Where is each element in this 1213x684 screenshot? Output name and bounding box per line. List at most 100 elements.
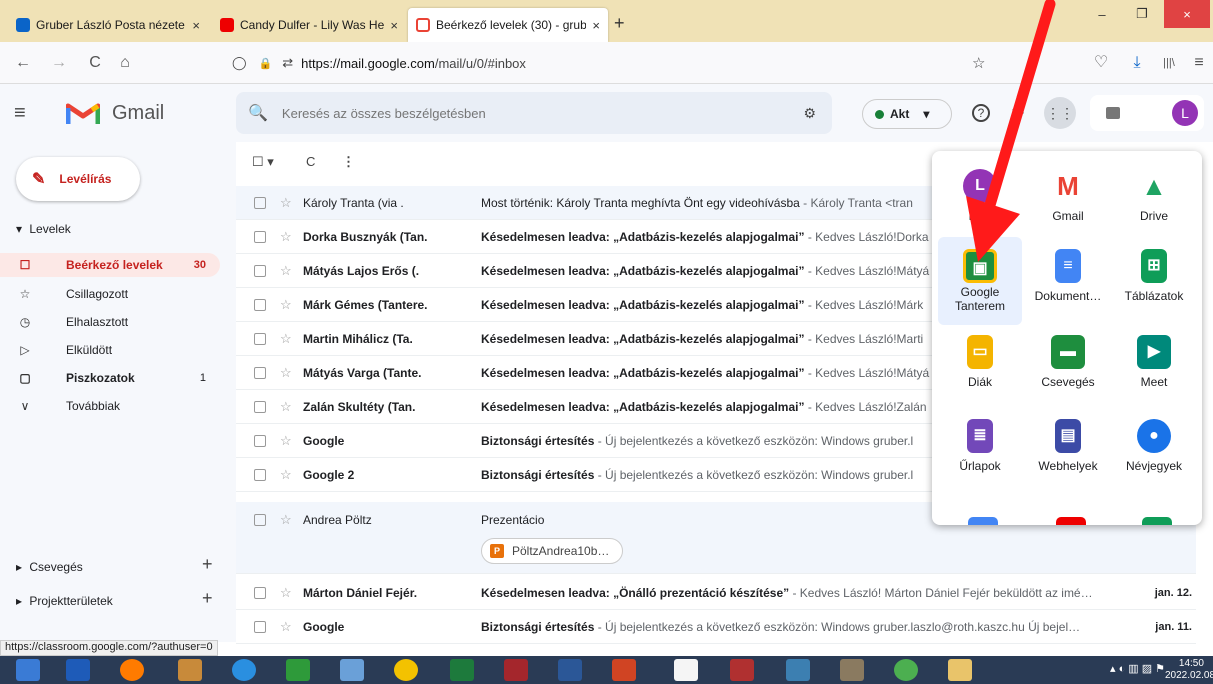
help-icon[interactable]: ? bbox=[972, 104, 990, 122]
gimp-icon[interactable] bbox=[840, 659, 864, 681]
app-forms[interactable]: ≣ Űrlapok bbox=[938, 407, 1022, 495]
section-header-spaces[interactable]: ▸ Projektterületek bbox=[16, 594, 113, 608]
app-globe-icon[interactable] bbox=[394, 659, 418, 681]
row-checkbox[interactable] bbox=[254, 332, 266, 345]
row-checkbox[interactable] bbox=[254, 366, 266, 379]
section-header-chat[interactable]: ▸ Csevegés bbox=[16, 560, 83, 574]
sidebar-item-snoozed[interactable]: ◷ Elhalasztott bbox=[0, 310, 220, 334]
star-icon[interactable]: ☆ bbox=[280, 619, 292, 635]
row-checkbox[interactable] bbox=[254, 468, 266, 481]
notepad-icon[interactable] bbox=[674, 659, 698, 681]
python-icon[interactable] bbox=[786, 659, 810, 681]
internet-explorer-icon[interactable] bbox=[232, 659, 256, 681]
chrome-icon[interactable] bbox=[894, 659, 918, 681]
star-icon[interactable]: ☆ bbox=[280, 399, 292, 415]
shield-icon[interactable]: ◯ bbox=[232, 55, 247, 71]
app-contacts[interactable]: ● Névjegyek bbox=[1112, 407, 1196, 495]
sidebar-item-starred[interactable]: ☆ Csillagozott bbox=[0, 282, 220, 306]
row-checkbox[interactable] bbox=[254, 586, 266, 599]
maximize-button[interactable]: ❐ bbox=[1122, 0, 1162, 28]
star-icon[interactable]: ☆ bbox=[280, 263, 292, 279]
account-avatar[interactable]: L bbox=[1172, 100, 1198, 126]
url-bar[interactable]: ◯ 🔒 ⇄ https://mail.google.com /mail/u/0/… bbox=[232, 49, 1000, 77]
app-gmail[interactable]: M Gmail bbox=[1026, 157, 1110, 245]
sidebar-item-drafts[interactable]: ▢ Piszkozatok 1 bbox=[0, 366, 220, 390]
status-dropdown[interactable]: Akt ▾ bbox=[862, 99, 952, 129]
refresh-icon[interactable]: C bbox=[306, 154, 315, 169]
calculator-icon[interactable] bbox=[286, 659, 310, 681]
gmail-logo-icon[interactable] bbox=[66, 100, 100, 126]
star-icon[interactable]: ☆ bbox=[280, 365, 292, 381]
star-icon[interactable]: ☆ bbox=[280, 297, 292, 313]
row-checkbox[interactable] bbox=[254, 434, 266, 447]
bookmark-star-icon[interactable]: ☆ bbox=[972, 54, 985, 72]
sidebar-item-inbox[interactable]: ☐ Beérkező levelek 30 bbox=[0, 253, 220, 277]
app-classroom[interactable]: ▣ Google Tanterem bbox=[938, 237, 1022, 325]
settings-gear-icon[interactable]: ⚙ bbox=[1006, 101, 1030, 125]
app-slides[interactable]: ▭ Diák bbox=[938, 323, 1022, 411]
access-icon[interactable] bbox=[504, 659, 528, 681]
add-space-icon[interactable]: + bbox=[202, 588, 213, 609]
star-icon[interactable]: ☆ bbox=[280, 467, 292, 483]
windows-start-icon[interactable] bbox=[16, 659, 40, 681]
window-close-button[interactable]: × bbox=[1164, 0, 1210, 28]
section-header-mail[interactable]: ▾ Levelek bbox=[16, 222, 71, 236]
mail-row[interactable]: ☆ Google Biztonsági értesítés - Új bejel… bbox=[236, 610, 1196, 644]
paint-icon[interactable] bbox=[340, 659, 364, 681]
app-account[interactable]: L Fiók bbox=[938, 157, 1022, 245]
row-checkbox[interactable] bbox=[254, 620, 266, 633]
row-checkbox[interactable] bbox=[254, 514, 266, 526]
more-options-icon[interactable]: ⋮ bbox=[342, 154, 355, 170]
attachment-chip[interactable]: P PöltzAndrea10b… bbox=[481, 538, 623, 564]
file-explorer-icon[interactable] bbox=[948, 659, 972, 681]
compose-button[interactable]: ✎ Levélírás bbox=[16, 157, 140, 201]
star-icon[interactable]: ☆ bbox=[280, 331, 292, 347]
permissions-icon[interactable]: ⇄ bbox=[282, 55, 293, 71]
row-checkbox[interactable] bbox=[254, 230, 266, 243]
app-sites[interactable]: ▤ Webhelyek bbox=[1026, 407, 1110, 495]
search-icon[interactable]: 🔍 bbox=[248, 103, 268, 123]
row-checkbox[interactable] bbox=[254, 400, 266, 413]
app-docs[interactable]: ≡ Dokument… bbox=[1026, 237, 1110, 325]
star-icon[interactable]: ☆ bbox=[280, 195, 292, 211]
firefox-icon[interactable] bbox=[120, 659, 144, 681]
app-chat[interactable]: ▬ Csevegés bbox=[1026, 323, 1110, 411]
close-icon[interactable]: × bbox=[192, 18, 200, 33]
app-sheets[interactable]: ⊞ Táblázatok bbox=[1112, 237, 1196, 325]
home-button[interactable]: ⌂ bbox=[114, 52, 136, 74]
star-icon[interactable]: ☆ bbox=[280, 585, 292, 601]
browser-tab-youtube[interactable]: Candy Dulfer - Lily Was Here × bbox=[212, 8, 406, 42]
main-menu-icon[interactable]: ≡ bbox=[14, 102, 26, 125]
app-bug-icon[interactable] bbox=[730, 659, 754, 681]
powerpoint-icon[interactable] bbox=[612, 659, 636, 681]
browser-tab-gmail[interactable]: Beérkező levelek (30) - grub × bbox=[408, 8, 608, 42]
row-checkbox[interactable] bbox=[254, 264, 266, 277]
downloads-icon[interactable]: ⤓ bbox=[1126, 52, 1148, 74]
app-drive[interactable]: ▲ Drive bbox=[1112, 157, 1196, 245]
row-checkbox[interactable] bbox=[254, 298, 266, 311]
account-area[interactable]: L bbox=[1090, 95, 1204, 131]
search-bar[interactable]: 🔍 ⚙ bbox=[236, 92, 832, 134]
system-tray[interactable]: ▴ ◐ ▥ ▨ ⚑ bbox=[1110, 662, 1165, 675]
excel-icon[interactable] bbox=[450, 659, 474, 681]
sidebar-item-sent[interactable]: ▷ Elküldött bbox=[0, 338, 220, 362]
app-meet[interactable]: ▶ Meet bbox=[1112, 323, 1196, 411]
word-icon[interactable] bbox=[558, 659, 582, 681]
apps-scrollbar[interactable] bbox=[1192, 157, 1200, 517]
google-apps-button[interactable]: ⋮⋮ bbox=[1044, 97, 1076, 129]
taskbar-clock[interactable]: 14:50 2022.02.08. bbox=[1165, 658, 1213, 682]
back-button[interactable]: ← bbox=[12, 52, 34, 74]
pocket-icon[interactable]: ♡ bbox=[1090, 52, 1112, 74]
app-paw-icon[interactable] bbox=[178, 659, 202, 681]
browser-tab-outlook[interactable]: Gruber László Posta nézete × bbox=[8, 8, 208, 42]
menu-icon[interactable]: ≡ bbox=[1188, 52, 1210, 74]
reload-button[interactable]: C bbox=[84, 52, 106, 74]
library-icon[interactable]: |||\ bbox=[1158, 52, 1180, 74]
select-all-checkbox[interactable]: ☐ ▾ bbox=[252, 154, 274, 170]
star-icon[interactable]: ☆ bbox=[280, 512, 292, 528]
search-options-icon[interactable]: ⚙ bbox=[803, 105, 816, 122]
close-icon[interactable]: × bbox=[390, 18, 398, 33]
add-chat-icon[interactable]: + bbox=[202, 554, 213, 575]
mail-row[interactable]: ☆ Márton Dániel Fejér. Késedelmesen lead… bbox=[236, 576, 1196, 610]
search-input[interactable] bbox=[281, 105, 804, 121]
